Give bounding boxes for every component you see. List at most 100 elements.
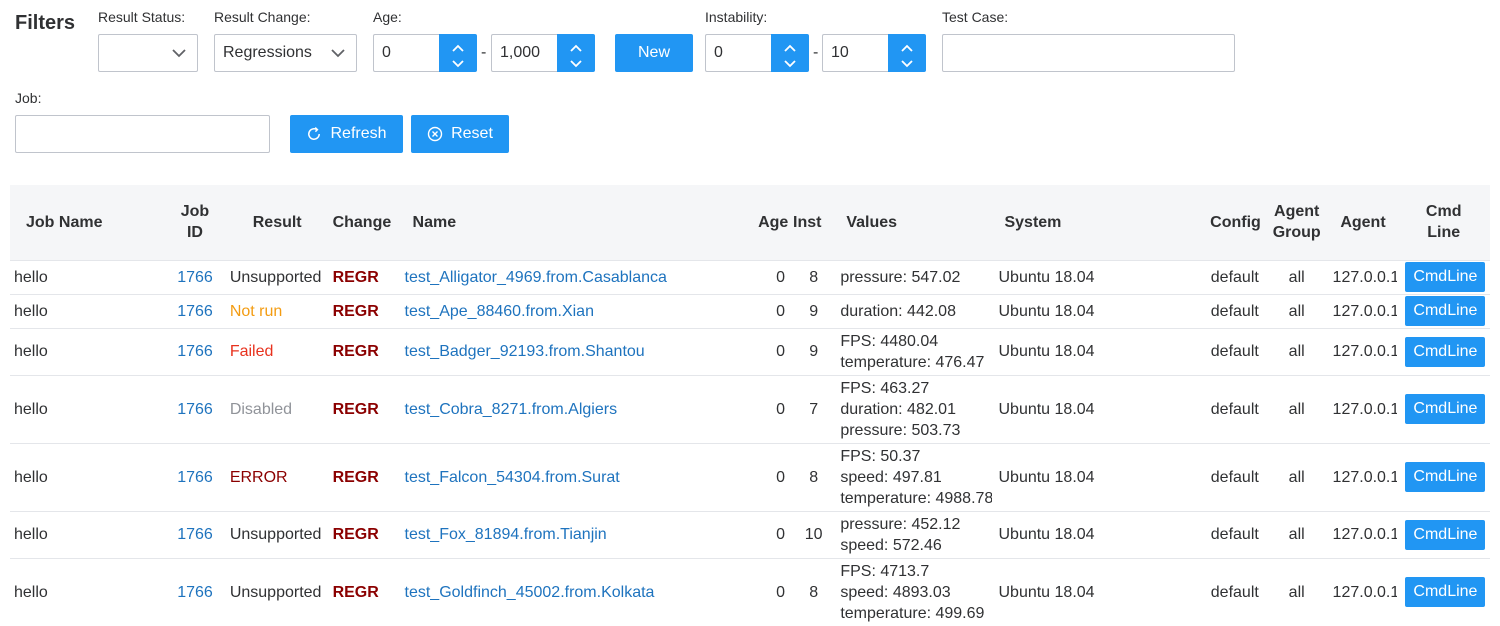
column-header-name[interactable]: Name: [401, 185, 755, 260]
table-body: hello 1766 Unsupported REGR test_Alligator_4…: [10, 260, 1490, 626]
cell-result: Unsupported: [229, 526, 322, 543]
chevron-down-icon: [169, 43, 189, 63]
column-header-instability[interactable]: Inst: [789, 185, 838, 260]
value-line: pressure: 452.12: [840, 515, 961, 533]
cell-instability: 9: [809, 343, 819, 360]
chevron-up-icon[interactable]: [900, 40, 914, 52]
cell-instability: 9: [809, 302, 819, 320]
cell-job-id-link[interactable]: 1766: [164, 375, 226, 443]
test-case-input[interactable]: [942, 34, 1235, 72]
chevron-up-icon[interactable]: [783, 40, 797, 52]
test-case-label: Test Case:: [942, 9, 1009, 25]
column-header-result[interactable]: Result: [226, 185, 329, 260]
cmd-line-button[interactable]: CmdLine: [1405, 462, 1486, 492]
cell-cmd-line: CmdLine: [1397, 260, 1490, 294]
cmd-line-button[interactable]: CmdLine: [1405, 296, 1486, 326]
age-to-input[interactable]: 1,000: [491, 34, 557, 72]
cmd-line-button[interactable]: CmdLine: [1405, 336, 1486, 367]
chevron-down-icon[interactable]: [451, 56, 465, 68]
instability-to-input[interactable]: 10: [822, 34, 888, 72]
cell-system: Ubuntu 18.04: [998, 400, 1095, 418]
cmd-line-button[interactable]: CmdLine: [1405, 262, 1486, 292]
header-line: Line: [1427, 224, 1461, 242]
cell-config: default: [1210, 343, 1259, 360]
cell-test-name-link[interactable]: test_Alligator_4969.from.Casablanca: [401, 260, 755, 294]
column-header-system[interactable]: System: [992, 185, 1167, 260]
cell-agent: 127.0.0.1: [1332, 468, 1398, 486]
cell-config: default: [1210, 526, 1259, 543]
cell-values: FPS: 50.37 speed: 497.81 temperature: 4988…: [838, 443, 992, 511]
age-from-input[interactable]: 0: [373, 34, 439, 72]
cell-config: default: [1210, 268, 1259, 286]
cell-cmd-line: CmdLine: [1397, 294, 1490, 328]
result-change-label: Result Change:: [214, 9, 311, 25]
cell-job-id-link[interactable]: 1766: [164, 328, 226, 375]
column-header-agent[interactable]: Agent: [1329, 185, 1398, 260]
cmd-line-button[interactable]: CmdLine: [1405, 519, 1486, 550]
column-header-cmd-line[interactable]: Cmd Line: [1397, 185, 1490, 260]
age-to-stepper[interactable]: [557, 34, 595, 72]
result-change-value: Regressions: [223, 44, 312, 61]
cell-agent-group: all: [1288, 343, 1305, 360]
column-header-values[interactable]: Values: [838, 185, 992, 260]
job-input[interactable]: [15, 115, 270, 153]
new-button[interactable]: New: [615, 34, 693, 72]
value-line: FPS: 4713.7: [840, 562, 930, 580]
column-header-change[interactable]: Change: [329, 185, 401, 260]
table-row: hello 1766 Unsupported REGR test_Fox_81894.f…: [10, 511, 1490, 558]
cell-cmd-line: CmdLine: [1397, 375, 1490, 443]
column-header-age[interactable]: Age: [754, 185, 789, 260]
age-from-stepper[interactable]: [439, 34, 477, 72]
chevron-down-icon[interactable]: [900, 56, 914, 68]
cmd-line-button[interactable]: CmdLine: [1405, 577, 1486, 608]
cell-test-name-link[interactable]: test_Badger_92193.from.Shantou: [401, 328, 755, 375]
header-line: Job: [180, 203, 210, 221]
cell-change-badge: REGR: [332, 468, 379, 486]
refresh-icon: [306, 126, 322, 142]
cell-job-id-link[interactable]: 1766: [164, 294, 226, 328]
chevron-up-icon[interactable]: [569, 40, 583, 52]
column-header-job-name[interactable]: Job Name: [10, 185, 164, 260]
value-line: duration: 442.08: [840, 302, 956, 320]
cell-test-name-link[interactable]: test_Cobra_8271.from.Algiers: [401, 375, 755, 443]
table-row: hello 1766 Unsupported REGR test_Alligator_4…: [10, 260, 1490, 294]
cell-job-name: hello: [14, 468, 48, 486]
cell-result: ERROR: [229, 468, 288, 486]
column-header-agent-group[interactable]: Agent Group: [1265, 185, 1329, 260]
cell-test-name-link[interactable]: test_Ape_88460.from.Xian: [401, 294, 755, 328]
cell-job-id-link[interactable]: 1766: [164, 511, 226, 558]
cmd-line-button[interactable]: CmdLine: [1405, 394, 1486, 424]
cell-values: pressure: 452.12 speed: 572.46: [838, 511, 992, 558]
result-status-select[interactable]: [98, 34, 198, 72]
header-line: Cmd: [1425, 203, 1462, 221]
result-status-label: Result Status:: [98, 9, 186, 25]
cell-system: Ubuntu 18.04: [998, 268, 1095, 286]
instability-from-input[interactable]: 0: [705, 34, 771, 72]
refresh-button[interactable]: Refresh: [290, 115, 403, 153]
column-header-config[interactable]: Config: [1167, 185, 1265, 260]
cell-test-name-link[interactable]: test_Fox_81894.from.Tianjin: [401, 511, 755, 558]
cell-age: 0: [776, 526, 785, 543]
cell-job-id-link[interactable]: 1766: [164, 260, 226, 294]
instability-from-stepper[interactable]: [771, 34, 809, 72]
cell-test-name-link[interactable]: test_Falcon_54304.from.Surat: [401, 443, 755, 511]
cell-job-id-link[interactable]: 1766: [164, 443, 226, 511]
cell-agent: 127.0.0.1: [1332, 400, 1398, 418]
cell-age: 0: [776, 400, 785, 418]
result-change-select[interactable]: Regressions: [214, 34, 357, 72]
cell-cmd-line: CmdLine: [1397, 511, 1490, 558]
chevron-up-icon[interactable]: [451, 40, 465, 52]
instability-to-stepper[interactable]: [888, 34, 926, 72]
cell-agent-group: all: [1288, 400, 1305, 418]
cell-instability: 7: [809, 400, 819, 418]
chevron-down-icon[interactable]: [783, 56, 797, 68]
cell-system: Ubuntu 18.04: [998, 468, 1095, 486]
cell-result: Disabled: [229, 400, 293, 418]
table-row: hello 1766 Disabled REGR test_Cobra_8271.fro…: [10, 375, 1490, 443]
chevron-down-icon[interactable]: [569, 56, 583, 68]
value-line: FPS: 50.37: [840, 447, 921, 465]
cell-agent-group: all: [1288, 302, 1305, 320]
column-header-job-id[interactable]: Job ID: [164, 185, 226, 260]
reset-button[interactable]: Reset: [411, 115, 509, 153]
instability-label: Instability:: [705, 9, 768, 25]
